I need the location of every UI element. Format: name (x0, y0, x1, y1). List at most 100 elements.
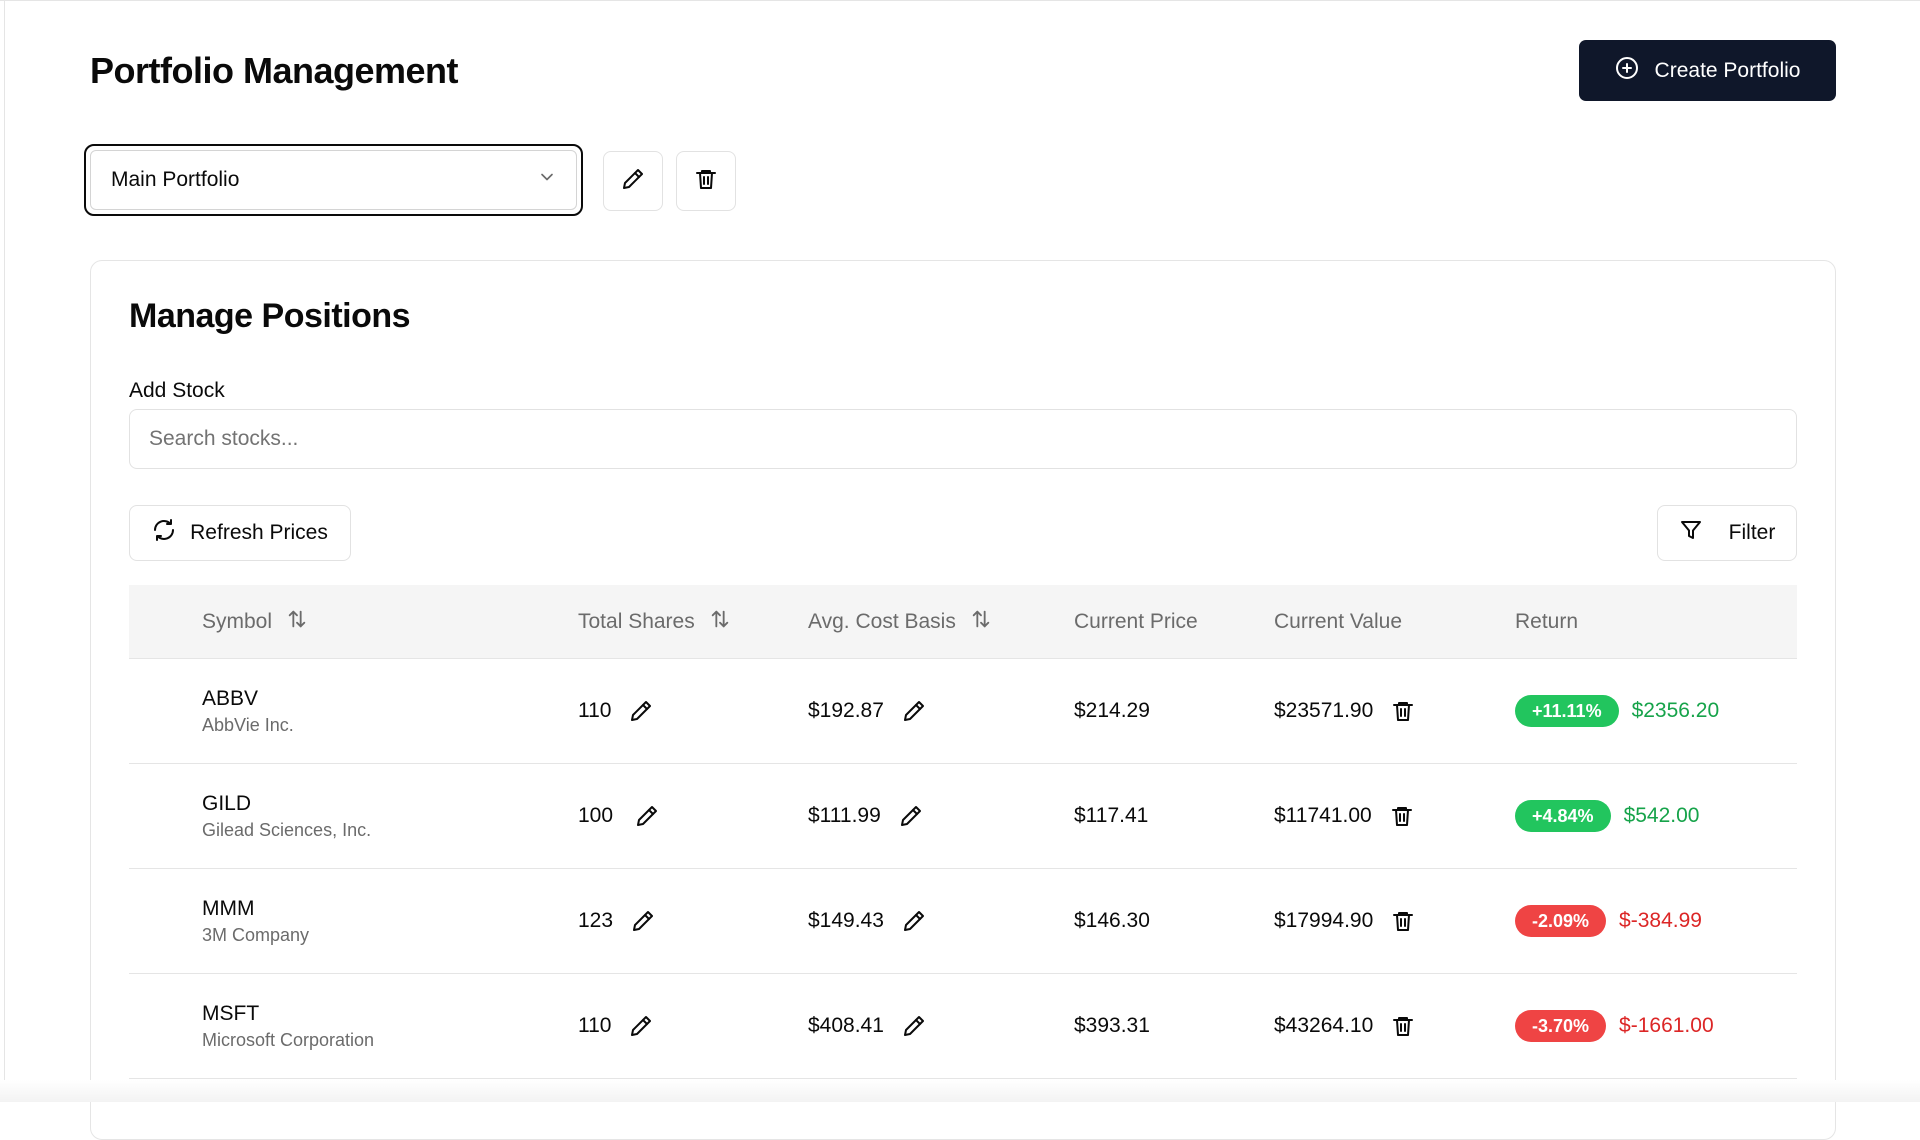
avg-cost-value: $192.87 (808, 699, 884, 722)
refresh-prices-button[interactable]: Refresh Prices (129, 505, 351, 561)
column-header-label: Total Shares (578, 609, 695, 633)
symbol-cell: GILD Gilead Sciences, Inc. (202, 764, 371, 868)
create-portfolio-label: Create Portfolio (1654, 58, 1801, 82)
ticker: ABBV (202, 686, 259, 710)
column-header-current-value: Current Value (1274, 585, 1402, 658)
return-cell: -2.09% $-384.99 (1515, 869, 1702, 973)
table-row: MMM 3M Company 123 $149.43 $146.30 $1799… (129, 869, 1797, 974)
return-badge: +11.11% (1515, 695, 1619, 727)
avg-cost-value: $111.99 (808, 804, 881, 827)
pencil-icon[interactable] (902, 1014, 926, 1038)
return-cell: +4.84% $542.00 (1515, 764, 1699, 868)
current-value: $11741.00 (1274, 804, 1372, 827)
current-price-cell: $214.29 (1074, 659, 1150, 763)
symbol-cell: MSFT Microsoft Corporation (202, 974, 374, 1078)
chevron-down-icon (537, 167, 557, 193)
trash-icon[interactable] (1391, 1014, 1415, 1038)
table-row: GILD Gilead Sciences, Inc. 100 $111.99 $… (129, 764, 1797, 869)
column-header-current-price: Current Price (1074, 585, 1198, 658)
manage-positions-card: Manage Positions Add Stock Refresh Price… (90, 260, 1836, 1140)
current-price-value: $146.30 (1074, 909, 1150, 932)
current-value: $23571.90 (1274, 699, 1374, 722)
current-value: $17994.90 (1274, 909, 1374, 932)
table-header: Symbol Total Shares Avg. Cost Basis Curr… (129, 585, 1797, 659)
shares-value: 123 (578, 909, 614, 932)
current-price-cell: $117.41 (1074, 764, 1148, 868)
avg-cost-value: $408.41 (808, 1014, 884, 1037)
current-value-cell: $17994.90 (1274, 869, 1415, 973)
column-header-avg-cost[interactable]: Avg. Cost Basis (808, 585, 992, 658)
refresh-prices-label: Refresh Prices (190, 521, 328, 544)
current-value-cell: $11741.00 (1274, 764, 1414, 868)
column-header-label: Current Value (1274, 609, 1403, 633)
avg-cost-cell: $192.87 (808, 659, 926, 763)
return-amount: $-1661.00 (1619, 1014, 1714, 1037)
page-title: Portfolio Management (90, 50, 459, 91)
edit-portfolio-button[interactable] (603, 151, 663, 211)
return-badge: -2.09% (1515, 905, 1607, 937)
filter-icon (1679, 518, 1703, 548)
plus-circle-icon (1615, 56, 1639, 86)
shares-cell: 110 (578, 974, 653, 1078)
ticker: MSFT (202, 1001, 260, 1025)
column-header-total-shares[interactable]: Total Shares (578, 585, 731, 658)
current-price-value: $117.41 (1074, 804, 1149, 827)
column-header-symbol[interactable]: Symbol (202, 585, 308, 658)
pencil-icon[interactable] (902, 699, 926, 723)
shares-value: 110 (578, 1014, 612, 1037)
add-stock-label: Add Stock (129, 379, 225, 402)
current-price-value: $214.29 (1074, 699, 1150, 722)
shares-value: 110 (578, 699, 612, 722)
current-value-cell: $23571.90 (1274, 659, 1415, 763)
pencil-icon[interactable] (631, 909, 655, 933)
portfolio-select-value: Main Portfolio (111, 168, 240, 191)
column-header-label: Avg. Cost Basis (808, 609, 956, 633)
create-portfolio-button[interactable]: Create Portfolio (1579, 40, 1836, 101)
symbol-cell: ABBV AbbVie Inc. (202, 659, 294, 763)
pencil-icon (621, 167, 645, 196)
pencil-icon[interactable] (629, 699, 653, 723)
trash-icon (694, 167, 718, 196)
ticker: GILD (202, 791, 252, 815)
pencil-icon[interactable] (635, 804, 659, 828)
avg-cost-cell: $149.43 (808, 869, 926, 973)
shares-value: 100 (578, 804, 614, 827)
window-left-border (4, 0, 5, 1102)
filter-button[interactable]: Filter (1657, 505, 1797, 561)
trash-icon[interactable] (1390, 804, 1414, 828)
return-amount: $-384.99 (1619, 909, 1702, 932)
pencil-icon[interactable] (902, 909, 926, 933)
pencil-icon[interactable] (629, 1014, 653, 1038)
table-row: MSFT Microsoft Corporation 110 $408.41 $… (129, 974, 1797, 1079)
current-price-cell: $146.30 (1074, 869, 1150, 973)
return-amount: $542.00 (1623, 804, 1700, 827)
search-stocks-input[interactable] (129, 409, 1797, 469)
company-name: Gilead Sciences, Inc. (202, 819, 372, 840)
trash-icon[interactable] (1391, 909, 1415, 933)
trash-icon[interactable] (1391, 699, 1415, 723)
pencil-icon[interactable] (899, 804, 923, 828)
return-badge: +4.84% (1515, 800, 1611, 832)
avg-cost-cell: $408.41 (808, 974, 926, 1078)
sort-arrows-icon (709, 608, 731, 636)
window-top-border (0, 0, 1920, 1)
company-name: Microsoft Corporation (202, 1029, 375, 1050)
return-cell: -3.70% $-1661.00 (1515, 974, 1714, 1078)
portfolio-select[interactable]: Main Portfolio (84, 144, 583, 216)
shares-cell: 100 (578, 764, 659, 868)
company-name: 3M Company (202, 924, 310, 945)
current-value-cell: $43264.10 (1274, 974, 1415, 1078)
company-name: AbbVie Inc. (202, 714, 294, 735)
shares-cell: 123 (578, 869, 655, 973)
delete-portfolio-button[interactable] (676, 151, 736, 211)
table-row: ABBV AbbVie Inc. 110 $192.87 $214.29 $23… (129, 659, 1797, 764)
symbol-cell: MMM 3M Company (202, 869, 309, 973)
return-amount: $2356.20 (1631, 699, 1720, 722)
column-header-label: Symbol (202, 609, 273, 633)
sort-arrows-icon (970, 608, 992, 636)
shares-cell: 110 (578, 659, 653, 763)
refresh-icon (152, 518, 176, 548)
bottom-shade (0, 1080, 1920, 1102)
column-header-return: Return (1515, 585, 1578, 658)
avg-cost-cell: $111.99 (808, 764, 923, 868)
